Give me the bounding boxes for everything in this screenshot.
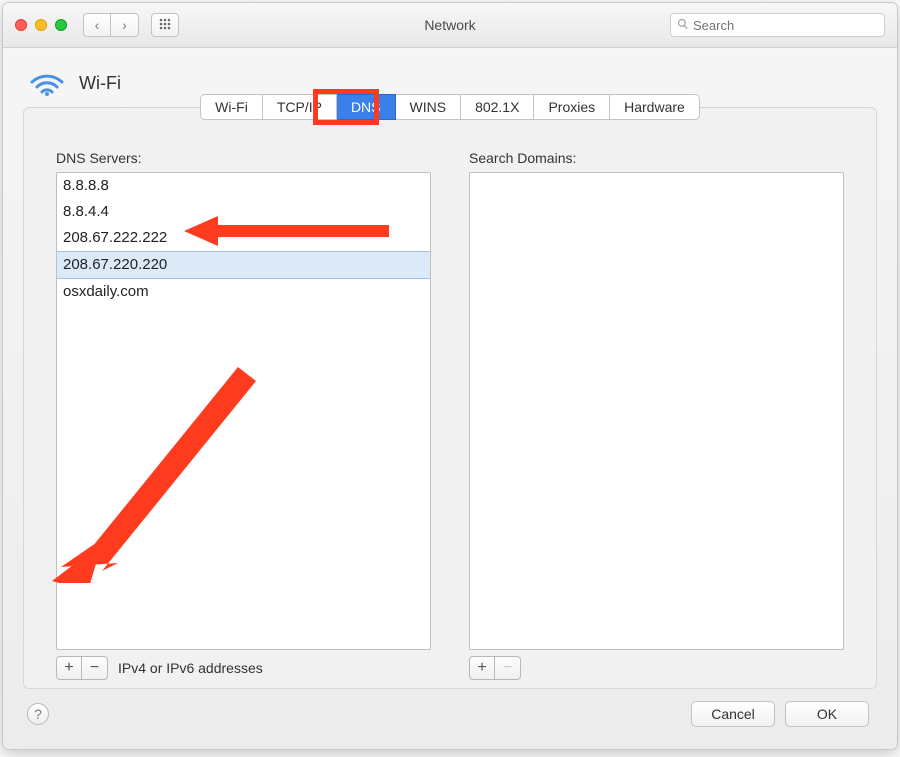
tab-hardware[interactable]: Hardware bbox=[610, 94, 700, 120]
chevron-left-icon: ‹ bbox=[95, 17, 100, 33]
close-window-button[interactable] bbox=[15, 19, 27, 31]
ok-button[interactable]: OK bbox=[785, 701, 869, 727]
back-button[interactable]: ‹ bbox=[83, 13, 111, 37]
grid-icon bbox=[159, 18, 171, 33]
list-item[interactable]: 8.8.4.4 bbox=[57, 199, 430, 225]
dns-hint: IPv4 or IPv6 addresses bbox=[118, 660, 263, 676]
list-item[interactable]: 208.67.220.220 bbox=[57, 251, 430, 279]
button-label: Cancel bbox=[711, 706, 755, 722]
tab-label: Hardware bbox=[624, 99, 685, 115]
content-panel: Wi-Fi TCP/IP DNS WINS 802.1X Proxies Har… bbox=[23, 107, 877, 689]
help-button[interactable]: ? bbox=[27, 703, 49, 725]
panel-title: Wi-Fi bbox=[79, 73, 121, 94]
tab-label: DNS bbox=[351, 99, 381, 115]
dns-add-remove: + − bbox=[56, 656, 108, 680]
titlebar: ‹ › Network bbox=[3, 3, 897, 48]
dns-servers-column: DNS Servers: 8.8.8.8 8.8.4.4 208.67.222.… bbox=[56, 150, 431, 680]
search-field-wrap[interactable] bbox=[670, 13, 885, 37]
list-item[interactable]: 208.67.222.222 bbox=[57, 225, 430, 251]
search-icon bbox=[677, 18, 689, 33]
nav-buttons: ‹ › bbox=[83, 13, 139, 37]
remove-dns-button[interactable]: − bbox=[82, 656, 108, 680]
search-domains-column: Search Domains: + − bbox=[469, 150, 844, 680]
search-domains-footer: + − bbox=[469, 656, 844, 680]
list-item[interactable]: osxdaily.com bbox=[57, 279, 430, 305]
tab-wins[interactable]: WINS bbox=[396, 94, 462, 120]
search-domains-add-remove: + − bbox=[469, 656, 521, 680]
tab-proxies[interactable]: Proxies bbox=[534, 94, 610, 120]
tab-label: Proxies bbox=[548, 99, 595, 115]
chevron-right-icon: › bbox=[122, 17, 127, 33]
remove-search-domain-button[interactable]: − bbox=[495, 656, 521, 680]
cancel-button[interactable]: Cancel bbox=[691, 701, 775, 727]
tab-label: TCP/IP bbox=[277, 99, 322, 115]
help-icon: ? bbox=[34, 706, 42, 722]
search-input[interactable] bbox=[693, 18, 878, 33]
footer: ? Cancel OK bbox=[3, 701, 897, 749]
tab-bar: Wi-Fi TCP/IP DNS WINS 802.1X Proxies Har… bbox=[24, 94, 876, 120]
minus-icon: − bbox=[90, 660, 99, 676]
window-title: Network bbox=[424, 17, 475, 33]
tab-label: WINS bbox=[410, 99, 447, 115]
tab-dns[interactable]: DNS bbox=[337, 94, 396, 120]
button-label: OK bbox=[817, 706, 837, 722]
search-domains-list[interactable] bbox=[469, 172, 844, 650]
tab-label: Wi-Fi bbox=[215, 99, 248, 115]
window-controls bbox=[15, 19, 67, 31]
plus-icon: + bbox=[64, 660, 73, 676]
show-all-button[interactable] bbox=[151, 13, 179, 37]
add-dns-button[interactable]: + bbox=[56, 656, 82, 680]
minimize-window-button[interactable] bbox=[35, 19, 47, 31]
tab-8021x[interactable]: 802.1X bbox=[461, 94, 534, 120]
tab-label: 802.1X bbox=[475, 99, 519, 115]
columns: DNS Servers: 8.8.8.8 8.8.4.4 208.67.222.… bbox=[24, 120, 876, 688]
tab-tcpip[interactable]: TCP/IP bbox=[263, 94, 337, 120]
tab-wifi[interactable]: Wi-Fi bbox=[200, 94, 263, 120]
list-item[interactable]: 8.8.8.8 bbox=[57, 173, 430, 199]
forward-button[interactable]: › bbox=[111, 13, 139, 37]
dns-list-footer: + − IPv4 or IPv6 addresses bbox=[56, 656, 431, 680]
add-search-domain-button[interactable]: + bbox=[469, 656, 495, 680]
dns-servers-list[interactable]: 8.8.8.8 8.8.4.4 208.67.222.222 208.67.22… bbox=[56, 172, 431, 650]
plus-icon: + bbox=[477, 660, 486, 676]
network-preferences-window: ‹ › Network Wi-Fi Wi-Fi TC bbox=[2, 2, 898, 750]
dns-servers-label: DNS Servers: bbox=[56, 150, 431, 166]
minus-icon: − bbox=[503, 660, 512, 676]
search-domains-label: Search Domains: bbox=[469, 150, 844, 166]
zoom-window-button[interactable] bbox=[55, 19, 67, 31]
